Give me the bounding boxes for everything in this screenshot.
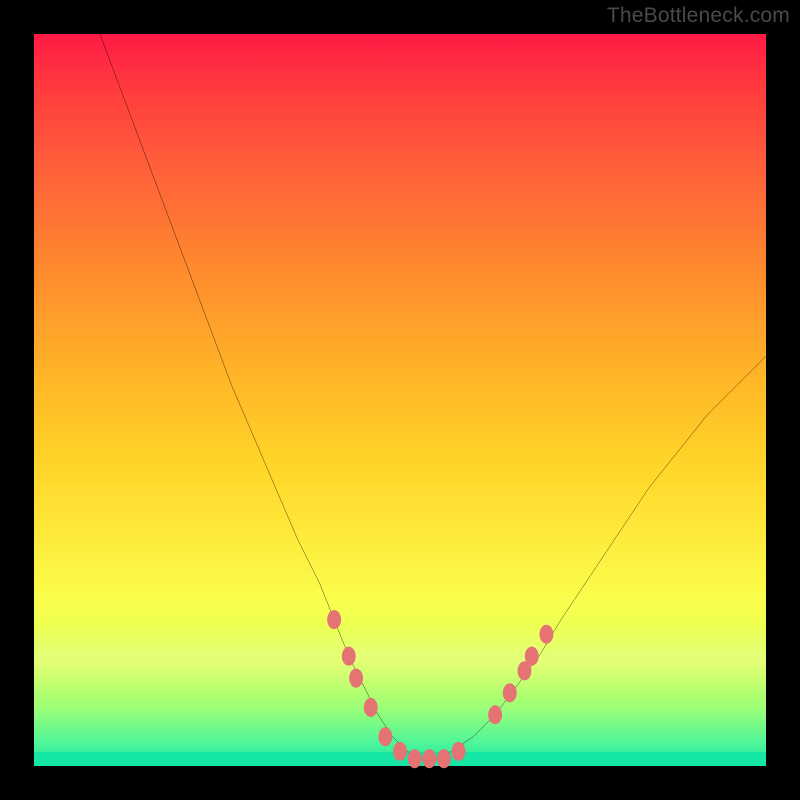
chart-frame: TheBottleneck.com: [0, 0, 800, 800]
marker-point: [437, 749, 451, 768]
watermark-text: TheBottleneck.com: [607, 4, 790, 28]
marker-point: [525, 647, 539, 666]
marker-group: [327, 610, 553, 768]
marker-point: [503, 683, 517, 702]
bottleneck-curve: [100, 34, 766, 759]
marker-point: [327, 610, 341, 629]
curve-svg: [34, 34, 766, 766]
marker-point: [422, 749, 436, 768]
marker-point: [342, 647, 356, 666]
marker-point: [539, 625, 553, 644]
plot-area: [34, 34, 766, 766]
marker-point: [349, 669, 363, 688]
marker-point: [364, 698, 378, 717]
marker-point: [488, 705, 502, 724]
marker-point: [452, 742, 466, 761]
marker-point: [393, 742, 407, 761]
marker-point: [408, 749, 422, 768]
marker-point: [378, 727, 392, 746]
